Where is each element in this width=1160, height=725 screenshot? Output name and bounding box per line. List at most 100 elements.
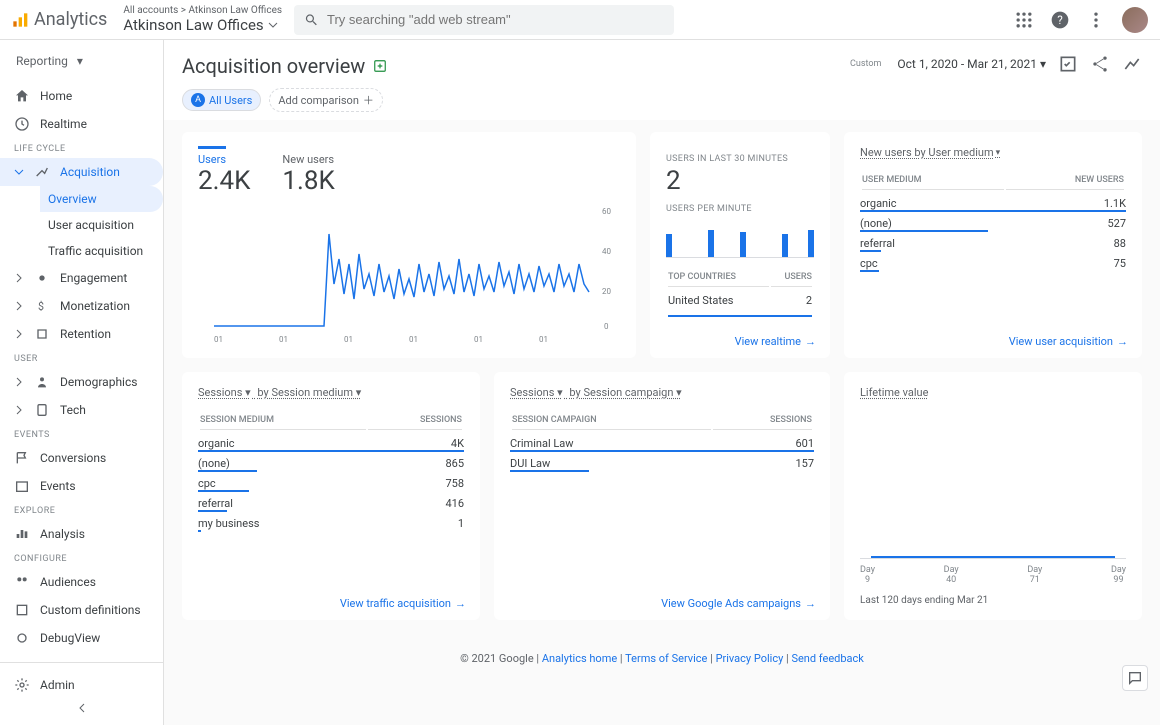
analytics-logo-icon — [12, 12, 28, 28]
sidebar-section-events: EVENTS — [0, 424, 163, 444]
sidebar-section-lifecycle: LIFE CYCLE — [0, 138, 163, 158]
card-user-medium: New users by User medium▾ USER MEDIUMNEW… — [844, 132, 1142, 358]
insights-icon[interactable] — [1122, 54, 1142, 74]
bug-icon — [14, 630, 30, 646]
property-selector[interactable]: All accounts > Atkinson Law Offices Atki… — [123, 5, 282, 34]
feedback-button[interactable] — [1122, 665, 1148, 691]
clock-icon — [14, 116, 30, 132]
sidebar-item-events[interactable]: Events — [0, 472, 163, 500]
view-traffic-acquisition-link[interactable]: View traffic acquisition → — [340, 597, 466, 610]
country-row[interactable]: United States2 — [668, 289, 812, 308]
property-name: Atkinson Law Offices — [123, 16, 263, 34]
sidebar-item-monetization[interactable]: $Monetization — [0, 292, 163, 320]
collapse-sidebar-button[interactable] — [0, 699, 163, 717]
card-lifetime-value: Lifetime value Day 9 Day 40 Day 71 Day 9… — [844, 372, 1142, 620]
sidebar-item-traffic-acquisition[interactable]: Traffic acquisition — [40, 238, 163, 264]
sidebar-item-demographics[interactable]: Demographics — [0, 368, 163, 396]
view-google-ads-link[interactable]: View Google Ads campaigns → — [661, 597, 816, 610]
device-icon — [34, 402, 50, 418]
svg-text:40: 40 — [602, 247, 611, 256]
lv-note: Last 120 days ending Mar 21 — [860, 595, 1126, 606]
page-footer: © 2021 Google | Analytics home | Terms o… — [164, 632, 1160, 673]
table-row[interactable]: (none)865 — [198, 452, 464, 472]
more-icon[interactable] — [1086, 10, 1106, 30]
session-medium-dropdown[interactable]: by Session medium ▾ — [257, 386, 361, 399]
sessions-dropdown-2[interactable]: Sessions ▾ — [510, 386, 563, 399]
sidebar-item-conversions[interactable]: Conversions — [0, 444, 163, 472]
retention-icon — [34, 326, 50, 342]
search-input[interactable] — [327, 12, 664, 27]
audiences-icon — [14, 574, 30, 590]
flag-icon — [14, 450, 30, 466]
chevron-right-icon — [14, 329, 24, 339]
share-icon[interactable] — [1090, 54, 1110, 74]
card-session-campaign: Sessions ▾ by Session campaign ▾ SESSION… — [494, 372, 830, 620]
table-row[interactable]: organic1.1K — [860, 192, 1126, 212]
table-row[interactable]: DUI Law157 — [510, 452, 814, 472]
dollar-icon: $ — [34, 298, 50, 314]
sidebar-section-user: USER — [0, 348, 163, 368]
footer-link-home[interactable]: Analytics home — [542, 652, 617, 665]
sidebar-item-retention[interactable]: Retention — [0, 320, 163, 348]
table-row[interactable]: organic4K — [198, 432, 464, 452]
stat-new-users[interactable]: New users1.8K — [282, 146, 334, 196]
footer-link-privacy[interactable]: Privacy Policy — [716, 652, 784, 665]
sidebar-item-user-acquisition[interactable]: User acquisition — [40, 212, 163, 238]
acquisition-icon — [34, 164, 50, 180]
table-row[interactable]: referral416 — [198, 492, 464, 512]
table-row[interactable]: (none)527 — [860, 212, 1126, 232]
add-comparison-button[interactable]: Add comparison ＋ — [269, 88, 383, 112]
sidebar-item-audiences[interactable]: Audiences — [0, 568, 163, 596]
view-realtime-link[interactable]: View realtime → — [735, 335, 816, 348]
svg-text:?: ? — [1057, 13, 1063, 27]
sidebar-item-debugview[interactable]: DebugView — [0, 624, 163, 652]
sidebar-item-custom-definitions[interactable]: Custom definitions — [0, 596, 163, 624]
custom-icon — [14, 602, 30, 618]
main-content: Custom Oct 1, 2020 - Mar 21, 2021 ▾ Acqu… — [164, 40, 1160, 725]
chevron-right-icon — [14, 273, 24, 283]
sidebar-item-realtime[interactable]: Realtime — [0, 110, 163, 138]
chevron-down-icon — [268, 20, 278, 30]
table-row[interactable]: referral88 — [860, 232, 1126, 252]
stat-users[interactable]: Users2.4K — [198, 146, 250, 196]
sidebar-item-overview[interactable]: Overview — [40, 186, 163, 212]
footer-link-feedback[interactable]: Send feedback — [791, 652, 863, 665]
table-row[interactable]: cpc75 — [860, 252, 1126, 272]
sessions-dropdown[interactable]: Sessions ▾ — [198, 386, 251, 399]
reporting-menu[interactable]: Reporting ▾ — [8, 48, 155, 74]
page-title: Acquisition overview — [182, 54, 365, 78]
logo[interactable]: Analytics — [12, 9, 107, 30]
svg-text:20: 20 — [602, 287, 611, 296]
sidebar-item-admin[interactable]: Admin — [0, 671, 163, 699]
session-campaign-dropdown[interactable]: by Session campaign ▾ — [569, 386, 681, 399]
sidebar-item-home[interactable]: Home — [0, 82, 163, 110]
svg-text:60: 60 — [602, 207, 611, 216]
date-range-picker[interactable]: Oct 1, 2020 - Mar 21, 2021 ▾ — [897, 57, 1046, 71]
sidebar-item-analysis[interactable]: Analysis — [0, 520, 163, 548]
table-row[interactable]: my business1 — [198, 512, 464, 532]
customize-icon[interactable] — [1058, 54, 1078, 74]
svg-text:01: 01 — [344, 335, 353, 344]
help-icon[interactable]: ? — [1050, 10, 1070, 30]
chevron-left-icon — [77, 703, 87, 713]
sidebar-item-tech[interactable]: Tech — [0, 396, 163, 424]
segment-all-users[interactable]: AAll Users — [182, 89, 261, 111]
chat-icon — [1127, 670, 1143, 686]
user-avatar[interactable] — [1122, 7, 1148, 33]
svg-text:01: 01 — [539, 335, 548, 344]
chevron-right-icon — [14, 301, 24, 311]
sidebar-item-engagement[interactable]: Engagement — [0, 264, 163, 292]
apps-icon[interactable] — [1014, 10, 1034, 30]
footer-link-tos[interactable]: Terms of Service — [625, 652, 707, 665]
new-feature-icon — [373, 59, 387, 73]
view-user-acquisition-link[interactable]: View user acquisition → — [1009, 335, 1128, 348]
sidebar-section-explore: EXPLORE — [0, 500, 163, 520]
chevron-down-icon — [14, 167, 24, 177]
users-line-chart: 60 40 20 0 01Oct 01Nov 01Dec 01Jan 01Feb… — [198, 204, 620, 344]
search-bar[interactable] — [294, 5, 674, 35]
sidebar-item-acquisition[interactable]: Acquisition — [0, 158, 163, 186]
table-row[interactable]: Criminal Law601 — [510, 432, 814, 452]
table-row[interactable]: cpc758 — [198, 472, 464, 492]
lifetime-value-chart — [860, 409, 1126, 559]
card-medium-dropdown[interactable]: New users by User medium▾ — [860, 146, 1126, 159]
